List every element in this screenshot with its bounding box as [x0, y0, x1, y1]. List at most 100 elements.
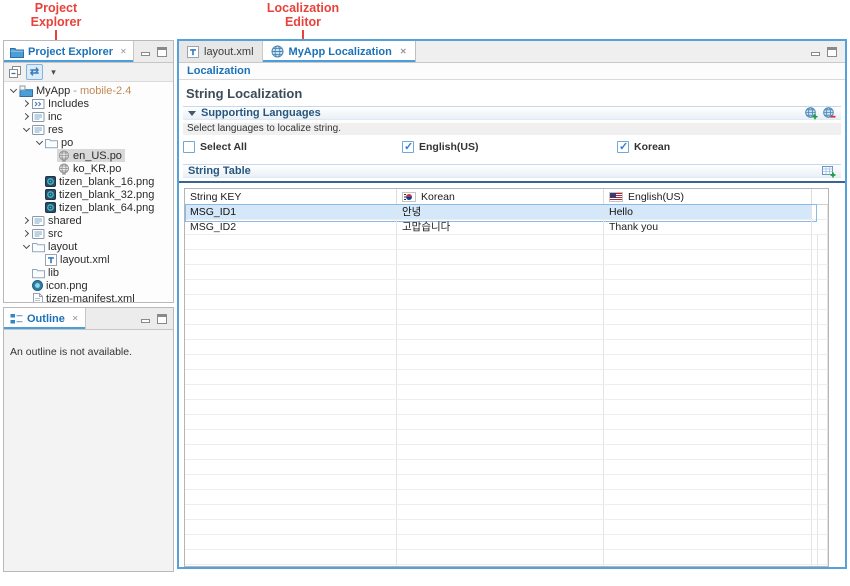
table-row[interactable]: [185, 340, 828, 355]
minimize-icon[interactable]: [811, 52, 820, 56]
column-header[interactable]: English(US): [604, 189, 812, 204]
add-language-icon[interactable]: [805, 107, 818, 120]
tree-item[interactable]: tizen-manifest.xml: [4, 292, 173, 302]
expanded-arrow-icon[interactable]: [34, 141, 44, 144]
checkbox-select-all[interactable]: Select All: [183, 141, 247, 153]
expanded-arrow-icon[interactable]: [21, 245, 31, 248]
add-string-key-icon[interactable]: [822, 165, 836, 178]
table-cell: [397, 565, 604, 567]
table-row[interactable]: [185, 565, 828, 567]
project-tree: MyApp - mobile-2.4Includesincrespoen_US.…: [4, 82, 173, 302]
collapsed-arrow-icon[interactable]: [21, 114, 31, 119]
maximize-icon[interactable]: [157, 47, 167, 57]
tree-item[interactable]: tizen_blank_16.png: [4, 175, 173, 188]
tree-item[interactable]: layout.xml: [4, 253, 173, 266]
table-row[interactable]: MSG_ID2고맙습니다Thank you: [185, 220, 828, 235]
table-row[interactable]: [185, 295, 828, 310]
table-row[interactable]: [185, 520, 828, 535]
tree-item[interactable]: Includes: [4, 97, 173, 110]
table-row[interactable]: [185, 445, 828, 460]
close-icon[interactable]: ✕: [72, 315, 79, 323]
checkbox-english-us-[interactable]: English(US): [402, 141, 479, 153]
column-header[interactable]: String KEY: [185, 189, 397, 204]
table-row[interactable]: [185, 310, 828, 325]
minimize-icon[interactable]: [141, 319, 150, 323]
tree-item[interactable]: inc: [4, 110, 173, 123]
checkbox-box-icon[interactable]: [402, 141, 414, 153]
tree-item[interactable]: en_US.po: [4, 149, 173, 162]
table-cell: [185, 280, 397, 294]
checkbox-korean[interactable]: Korean: [617, 141, 670, 153]
table-row[interactable]: [185, 460, 828, 475]
tree-item-label: tizen_blank_16.png: [59, 176, 154, 188]
table-row[interactable]: [185, 430, 828, 445]
checkbox-label: Select All: [200, 141, 247, 153]
checkbox-box-icon[interactable]: [617, 141, 629, 153]
table-row[interactable]: [185, 280, 828, 295]
expanded-arrow-icon[interactable]: [21, 128, 31, 131]
po-globe-icon: [58, 163, 70, 175]
tree-item-label: inc: [48, 111, 62, 123]
remove-language-icon[interactable]: [823, 107, 836, 120]
close-icon[interactable]: ✕: [400, 48, 407, 56]
tree-item[interactable]: res: [4, 123, 173, 136]
tab-project-explorer[interactable]: Project Explorer ✕: [4, 41, 134, 62]
tab-outline[interactable]: Outline ✕: [4, 308, 86, 329]
table-cell: [604, 445, 812, 459]
table-row[interactable]: [185, 385, 828, 400]
link-with-editor-button[interactable]: ⇄: [26, 64, 43, 80]
table-row[interactable]: [185, 505, 828, 520]
string-table-header[interactable]: String Table: [183, 164, 841, 178]
table-row[interactable]: [185, 475, 828, 490]
table-row[interactable]: [185, 550, 828, 565]
table-row[interactable]: [185, 400, 828, 415]
table-cell: [185, 250, 397, 264]
collapse-all-button[interactable]: [7, 64, 24, 80]
annotation-localization-editor: Localization Editor: [248, 2, 358, 29]
collapsed-arrow-icon[interactable]: [21, 218, 31, 223]
tree-item[interactable]: MyApp - mobile-2.4: [4, 84, 173, 97]
table-row[interactable]: MSG_ID1안녕Hello: [185, 205, 828, 220]
maximize-icon[interactable]: [157, 314, 167, 324]
tree-item[interactable]: src: [4, 227, 173, 240]
breadcrumb[interactable]: Localization: [179, 63, 845, 80]
table-row[interactable]: [185, 265, 828, 280]
table-row[interactable]: [185, 355, 828, 370]
outline-icon: [10, 313, 23, 325]
tree-item-label: en_US.po: [73, 150, 122, 162]
checkbox-box-icon[interactable]: [183, 141, 195, 153]
tree-item[interactable]: tizen_blank_64.png: [4, 201, 173, 214]
table-cell: [397, 280, 604, 294]
table-cell-filler: [818, 475, 828, 489]
table-cell: [185, 400, 397, 414]
maximize-icon[interactable]: [827, 47, 837, 57]
tree-item[interactable]: icon.png: [4, 279, 173, 292]
tree-item[interactable]: tizen_blank_32.png: [4, 188, 173, 201]
table-row[interactable]: [185, 250, 828, 265]
tree-item[interactable]: ko_KR.po: [4, 162, 173, 175]
table-cell-filler: [818, 550, 828, 564]
tree-item[interactable]: shared: [4, 214, 173, 227]
collapsed-arrow-icon[interactable]: [21, 231, 31, 236]
expanded-arrow-icon[interactable]: [8, 89, 18, 92]
tab-layout-xml[interactable]: layout.xml: [179, 41, 263, 62]
tree-item[interactable]: po: [4, 136, 173, 149]
section-collapse-icon[interactable]: [188, 111, 196, 116]
supporting-languages-header[interactable]: Supporting Languages: [183, 106, 841, 120]
collapsed-arrow-icon[interactable]: [21, 101, 31, 106]
tree-item[interactable]: layout: [4, 240, 173, 253]
view-menu-button[interactable]: ▾: [45, 64, 62, 80]
folder-icon: [32, 241, 45, 253]
column-header[interactable]: Korean: [397, 189, 604, 204]
table-row[interactable]: [185, 235, 828, 250]
close-icon[interactable]: ✕: [120, 48, 127, 56]
table-row[interactable]: [185, 415, 828, 430]
tab-myapp-localization[interactable]: MyApp Localization ✕: [263, 41, 416, 62]
minimize-icon[interactable]: [141, 52, 150, 56]
table-row[interactable]: [185, 490, 828, 505]
table-row[interactable]: [185, 325, 828, 340]
tree-item[interactable]: lib: [4, 266, 173, 279]
table-row[interactable]: [185, 370, 828, 385]
table-row[interactable]: [185, 535, 828, 550]
table-cell: [185, 445, 397, 459]
